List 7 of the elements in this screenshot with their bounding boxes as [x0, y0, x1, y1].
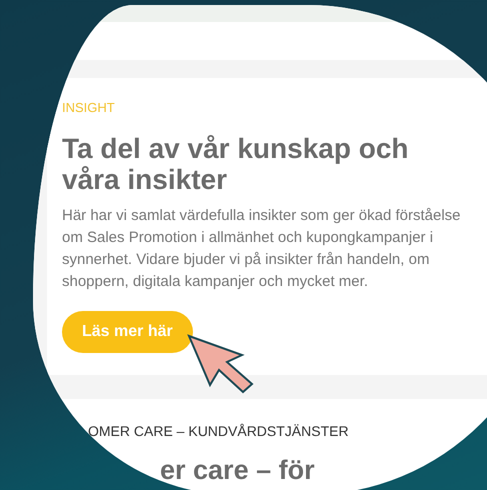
section-description: Här har vi samlat värdefulla insikter som ger ökad förståelse om Sales Promotion i allmänhet och kupongkampanjer i synnerhet. Vidare bjuder vi på insikter från handeln, om shoppern, digitala kampanjer och mycket mer. [62, 206, 462, 292]
section-label: INSIGHT [62, 100, 115, 115]
cursor-arrow-icon [187, 334, 254, 394]
section-heading: Ta del av vår kunskap och våra insikter [62, 133, 410, 195]
section-heading: er care – för [159, 455, 315, 486]
read-more-button[interactable]: Läs mer här [62, 311, 193, 353]
section-label: OMER CARE – KUNDVÅRDSTJÄNSTER [88, 423, 349, 439]
